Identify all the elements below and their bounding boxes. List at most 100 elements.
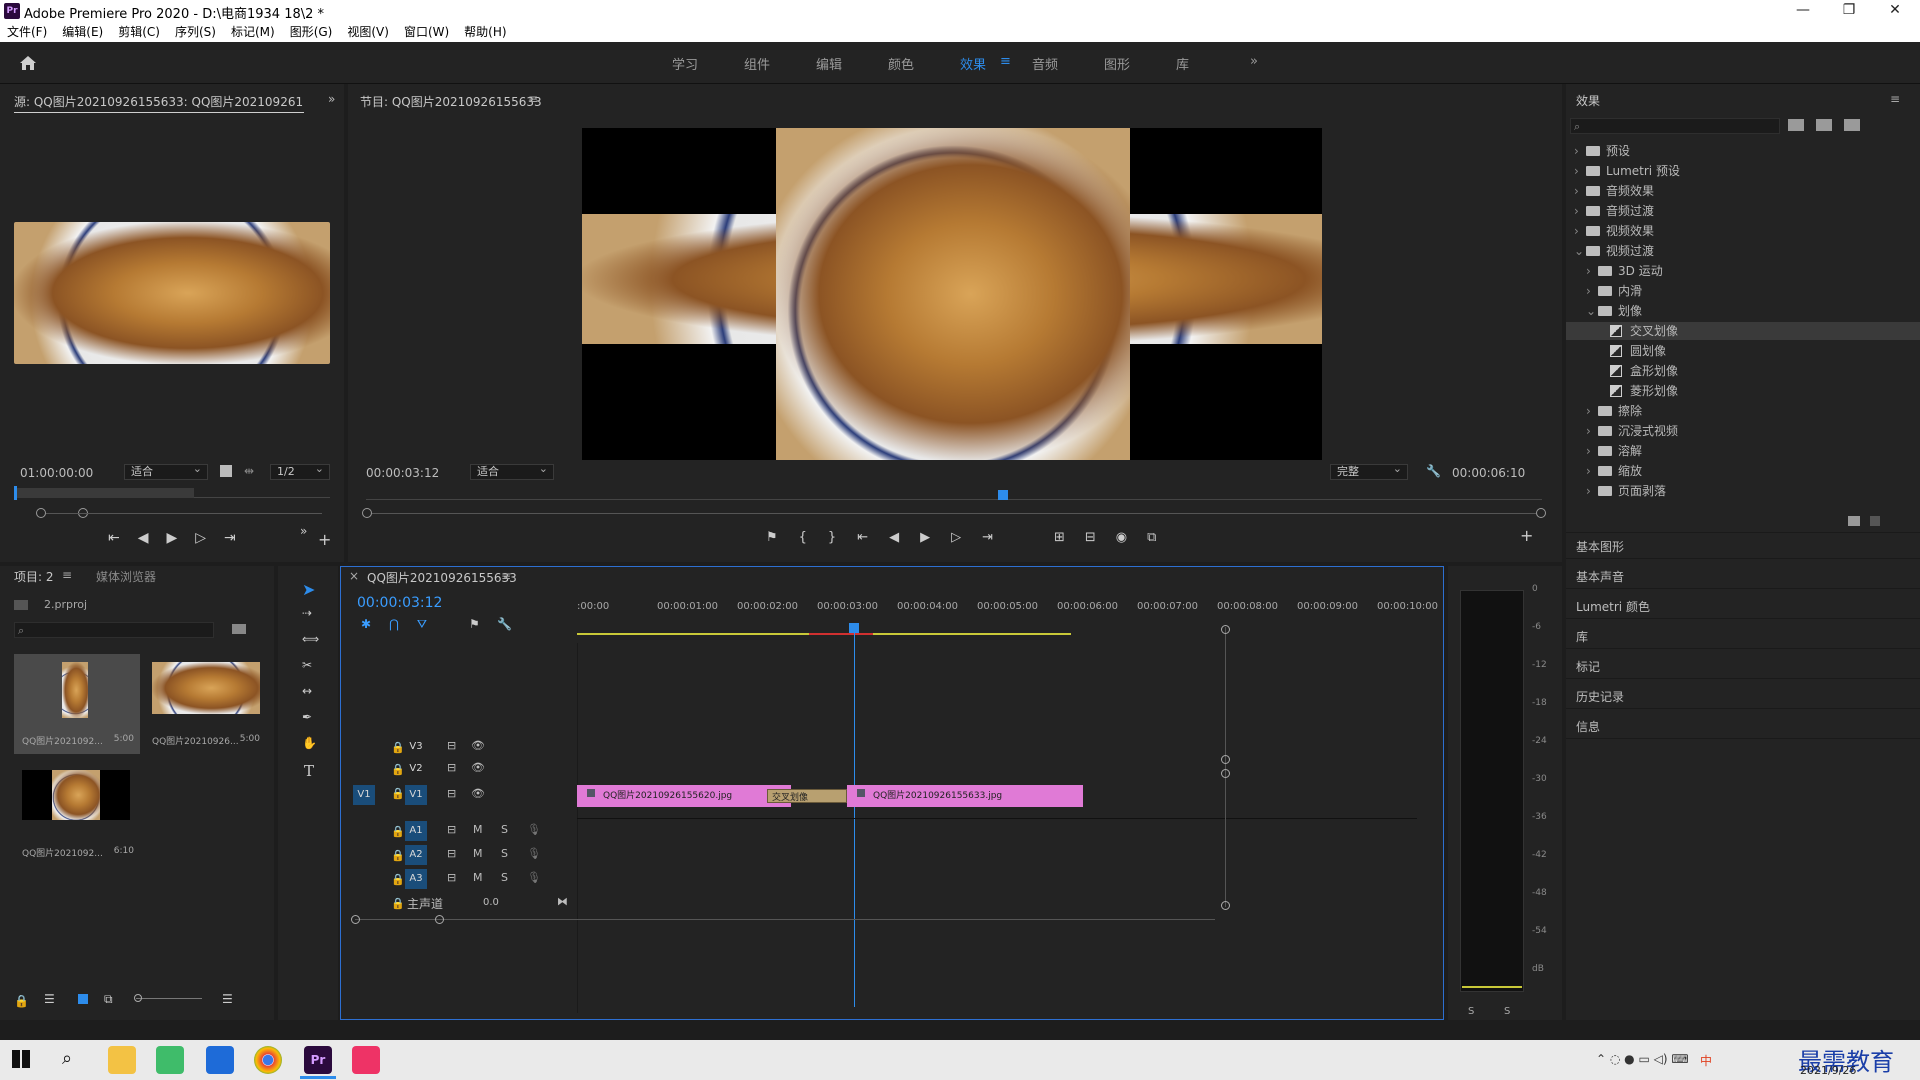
- source-playhead[interactable]: [14, 486, 17, 500]
- chevron-right-icon[interactable]: ›: [1574, 202, 1586, 220]
- effects-tree-item[interactable]: › 视频效果: [1566, 222, 1920, 240]
- transition-cross-zoom[interactable]: 交叉划像: [767, 789, 847, 803]
- thumbnail-size-slider[interactable]: [136, 998, 202, 999]
- scroll-handle[interactable]: [1221, 901, 1230, 910]
- effects-tree-item[interactable]: 盒形划像: [1566, 362, 1920, 380]
- project-menu-icon[interactable]: ≡: [62, 568, 72, 582]
- effects-tree-item[interactable]: 圆划像: [1566, 342, 1920, 360]
- sync-lock-icon[interactable]: ⊟: [447, 871, 456, 884]
- workspace-overflow-icon[interactable]: »: [1250, 54, 1258, 69]
- timeline-timecode[interactable]: 00:00:03:12: [357, 595, 442, 611]
- scroll-handle[interactable]: [435, 915, 444, 924]
- source-add-button[interactable]: +: [318, 530, 331, 549]
- workspace-graphics[interactable]: 图形: [1104, 54, 1130, 73]
- search-icon[interactable]: ⌕: [62, 1048, 72, 1069]
- chevron-right-icon[interactable]: ›: [1574, 162, 1586, 180]
- start-button[interactable]: [12, 1050, 30, 1068]
- lock-icon[interactable]: 🔒: [391, 825, 405, 838]
- delete-icon[interactable]: [1870, 516, 1880, 526]
- selection-tool-icon[interactable]: ➤: [302, 580, 315, 599]
- sync-lock-icon[interactable]: ⊟: [447, 761, 456, 774]
- type-tool-icon[interactable]: T: [304, 762, 314, 780]
- effects-tree-item[interactable]: › 页面剥落: [1566, 482, 1920, 500]
- eye-icon[interactable]: 👁: [471, 739, 485, 752]
- effects-tree-item[interactable]: › 音频过渡: [1566, 202, 1920, 220]
- menu-help[interactable]: 帮助(H): [457, 22, 514, 42]
- source-more-icon[interactable]: »: [300, 524, 307, 538]
- source-resolution-dropdown[interactable]: 1/2: [270, 462, 330, 480]
- horizontal-scrollbar[interactable]: [355, 919, 1215, 920]
- chevron-right-icon[interactable]: ›: [1586, 402, 1598, 420]
- project-item-2[interactable]: QQ图片20210926... 5:00: [146, 654, 266, 754]
- chevron-right-icon[interactable]: ›: [1586, 462, 1598, 480]
- program-add-button[interactable]: +: [1520, 526, 1533, 545]
- effects-tree-item[interactable]: › 溶解: [1566, 442, 1920, 460]
- effects-tree-item[interactable]: 交叉划像: [1566, 322, 1920, 340]
- program-zoom-left[interactable]: [362, 508, 372, 518]
- program-zoom-bar[interactable]: [372, 513, 1536, 514]
- workspace-libraries[interactable]: 库: [1176, 54, 1189, 73]
- chevron-right-icon[interactable]: ›: [1586, 482, 1598, 500]
- panel-overflow-icon[interactable]: »: [328, 92, 335, 106]
- effects-tree-item[interactable]: › 缩放: [1566, 462, 1920, 480]
- program-lift-extract-controls[interactable]: ⊞⊟◉⧉: [1054, 530, 1176, 545]
- scroll-handle[interactable]: [1221, 755, 1230, 764]
- lumetri-color-panel[interactable]: Lumetri 颜色: [1576, 598, 1650, 615]
- sequence-menu-icon[interactable]: ≡: [501, 569, 511, 583]
- effects-tab[interactable]: 效果: [1576, 92, 1600, 109]
- slip-tool-icon[interactable]: ↔: [302, 684, 312, 698]
- sync-lock-icon[interactable]: ⊟: [447, 847, 456, 860]
- settings-icon[interactable]: [220, 465, 232, 477]
- menu-sequence[interactable]: 序列(S): [168, 22, 224, 42]
- track-target-v2[interactable]: V2: [405, 759, 427, 779]
- lock-icon[interactable]: 🔒: [391, 897, 405, 910]
- project-item-1[interactable]: QQ图片2021092... 5:00: [14, 654, 140, 754]
- effects-tree-item[interactable]: › 3D 运动: [1566, 262, 1920, 280]
- track-target-v3[interactable]: V3: [405, 737, 427, 757]
- track-target-a1[interactable]: A1: [405, 821, 427, 841]
- track-target-a2[interactable]: A2: [405, 845, 427, 865]
- sync-lock-icon[interactable]: ⊟: [447, 823, 456, 836]
- sync-lock-icon[interactable]: ⊟: [447, 787, 456, 800]
- sync-lock-icon[interactable]: ⊟: [447, 739, 456, 752]
- menu-edit[interactable]: 编辑(E): [55, 22, 111, 42]
- history-panel[interactable]: 历史记录: [1576, 688, 1624, 705]
- chevron-down-icon[interactable]: ⌄: [1574, 242, 1586, 260]
- list-view-icon[interactable]: ☰: [44, 992, 55, 1006]
- chevron-right-icon[interactable]: ›: [1586, 442, 1598, 460]
- master-volume-value[interactable]: 0.0: [483, 897, 499, 908]
- minimize-button[interactable]: —: [1780, 0, 1826, 22]
- menu-markers[interactable]: 标记(M): [224, 22, 283, 42]
- workspace-learn[interactable]: 学习: [672, 54, 698, 73]
- solo-button[interactable]: S: [501, 847, 508, 860]
- program-playhead[interactable]: [998, 490, 1008, 500]
- menu-view[interactable]: 视图(V): [340, 22, 397, 42]
- maximize-button[interactable]: ❐: [1826, 0, 1872, 22]
- master-panel-icon[interactable]: ⧓: [557, 895, 568, 908]
- app-icon[interactable]: [352, 1046, 380, 1074]
- solo-left-button[interactable]: S: [1468, 1006, 1474, 1017]
- effects-menu-icon[interactable]: ≡: [1890, 92, 1900, 106]
- effects-tree-item[interactable]: ⌄ 划像: [1566, 302, 1920, 320]
- source-fit-dropdown[interactable]: 适合: [124, 462, 208, 480]
- menu-window[interactable]: 窗口(W): [397, 22, 457, 42]
- timeline-ruler[interactable]: :00:00 00:00:01:00 00:00:02:00 00:00:03:00 0…: [577, 601, 1463, 621]
- source-timecode[interactable]: 01:00:00:00: [20, 466, 93, 480]
- freeform-view-icon[interactable]: ⧉: [104, 992, 113, 1007]
- slider-handle[interactable]: [134, 994, 142, 1002]
- pen-tool-icon[interactable]: ✒: [302, 710, 312, 724]
- file-explorer-icon[interactable]: [108, 1046, 136, 1074]
- source-transport-controls[interactable]: ⇤◀▶▷⇥: [108, 530, 254, 546]
- wrench-icon[interactable]: 🔧: [1426, 464, 1441, 478]
- sort-icon[interactable]: ☰: [222, 992, 233, 1006]
- workspace-effects[interactable]: 效果: [960, 54, 986, 73]
- mute-button[interactable]: M: [473, 823, 483, 836]
- zoom-handle-left[interactable]: [36, 508, 46, 518]
- menu-file[interactable]: 文件(F): [0, 22, 55, 42]
- microphone-icon[interactable]: 🎙: [527, 847, 541, 860]
- effects-tree-item[interactable]: › 音频效果: [1566, 182, 1920, 200]
- project-tab[interactable]: 项目: 2: [14, 568, 54, 585]
- close-tab-icon[interactable]: ×: [349, 569, 359, 583]
- program-transport-controls[interactable]: ⚑{}⇤◀▶▷⇥: [766, 530, 1014, 545]
- ime-indicator[interactable]: 中: [1700, 1052, 1712, 1069]
